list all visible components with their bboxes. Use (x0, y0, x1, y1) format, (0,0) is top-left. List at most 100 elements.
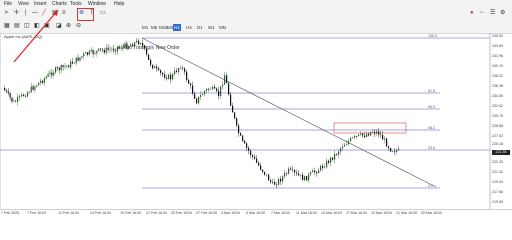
timeframe-d1[interactable]: D1 (196, 24, 204, 31)
menu-insert[interactable]: Insert (34, 0, 47, 8)
y-tick: 238.22 (492, 74, 503, 78)
menu-tools[interactable]: Tools (70, 0, 82, 8)
signal-indicator-icon: ● (470, 10, 474, 16)
timeframe-mn[interactable]: MN (218, 24, 227, 31)
crosshair-icon[interactable]: ✛ (14, 9, 19, 18)
y-tick: 241.96 (492, 54, 503, 58)
candle-body (148, 54, 150, 60)
trendline-icon[interactable]: ╱ (42, 9, 46, 18)
candle-body (220, 86, 222, 97)
candle-body (53, 72, 55, 76)
candle-body (164, 74, 166, 78)
candle-body (77, 57, 79, 61)
menu-window[interactable]: Window (88, 0, 106, 8)
candle-body (312, 170, 314, 173)
menu-file[interactable]: File (4, 0, 12, 8)
candle-body (92, 50, 94, 54)
candle-body (178, 68, 180, 72)
candle-body (326, 160, 328, 168)
zoom-out-icon[interactable]: ⊖ (76, 22, 81, 31)
candle-body (300, 174, 302, 176)
fib-label: 23.6 (428, 146, 435, 150)
candle-body (86, 52, 89, 55)
candle-body (314, 170, 316, 173)
y-tick: 243.84 (492, 44, 503, 48)
candle-body (156, 66, 158, 69)
candle-body (124, 43, 126, 47)
candle-body (5, 90, 8, 92)
candle-body (232, 105, 234, 113)
candle-body (19, 95, 21, 98)
account-icon[interactable]: ☰ (490, 9, 495, 18)
timeframe-h4[interactable]: H4 (185, 24, 193, 31)
candle-body (304, 176, 306, 181)
menu-charts[interactable]: Charts (52, 0, 67, 8)
candle-body (270, 180, 272, 182)
candle-body (280, 178, 282, 182)
timeframe-w1[interactable]: W1 (207, 24, 216, 31)
candle-body (138, 40, 140, 45)
candle-body (107, 47, 109, 50)
candle-body (134, 42, 136, 47)
candle-body (236, 118, 238, 126)
candle-body (248, 147, 250, 151)
candle-body (94, 53, 96, 54)
candle-body (64, 66, 66, 67)
candle-body (7, 91, 9, 93)
candle-body (186, 71, 188, 80)
profiles-icon[interactable]: ▤ (14, 22, 20, 31)
x-tick: 14 Feb 16:00 (90, 211, 112, 215)
timeframe-m1[interactable]: M1 (141, 24, 149, 31)
price-chart[interactable] (0, 33, 512, 209)
y-tick: 219.54 (492, 180, 503, 184)
candle-body (298, 173, 300, 176)
candle-body (73, 63, 75, 64)
fib-label: 0.0 (428, 184, 433, 188)
candle-body (116, 47, 119, 52)
candle-body (170, 74, 172, 80)
settings-icon[interactable]: ⚙ (500, 9, 505, 18)
candle-body (43, 78, 45, 83)
candle-body (103, 50, 105, 53)
vertical-line-icon[interactable]: | (25, 9, 27, 18)
candle-body (266, 174, 268, 176)
zoom-in-icon[interactable]: ⊕ (66, 22, 71, 31)
horizontal-line-icon[interactable]: — (32, 9, 38, 18)
candle-body (332, 157, 334, 160)
candle-body (344, 144, 346, 147)
connection-icon[interactable]: ⌁ (480, 9, 484, 18)
terminal-icon[interactable]: ▣ (44, 22, 50, 31)
chart-area[interactable] (0, 33, 512, 209)
fibonacci-levels[interactable] (0, 37, 490, 189)
menu-view[interactable]: View (18, 0, 29, 8)
fibonacci-icon[interactable]: ≡ (62, 9, 66, 18)
candle-body (113, 48, 115, 51)
timeframe-h1[interactable]: H1 (173, 24, 181, 31)
y-tick: 236.36 (492, 84, 503, 88)
new-chart-icon[interactable]: ▦ (4, 22, 10, 31)
strategy-tester-icon[interactable]: ◪ (56, 22, 62, 31)
candle-body (58, 67, 60, 71)
candle-body (208, 88, 210, 90)
candle-body (396, 150, 398, 153)
candle-body (146, 48, 148, 55)
candle-body (11, 97, 13, 102)
channel-icon[interactable]: ▤ (52, 9, 58, 18)
candle-body (242, 135, 244, 141)
candle-body (26, 92, 29, 97)
candle-body (310, 172, 312, 175)
menu-help[interactable]: Help (114, 0, 124, 8)
market-watch-icon[interactable]: ◫ (24, 22, 30, 31)
navigator-icon[interactable]: ◧ (34, 22, 40, 31)
symbol-label: Apple Inc (AAPL.OQ) (4, 34, 43, 39)
x-tick: 5 Mar 16:00 (246, 211, 266, 215)
cursor-icon[interactable]: ➤ (4, 9, 9, 18)
candle-body (41, 80, 44, 83)
candle-body (90, 50, 92, 52)
y-tick: 217.68 (492, 190, 503, 194)
candle-body (264, 171, 266, 175)
candle-body (162, 72, 164, 75)
candle-body (398, 148, 400, 151)
shapes-icon[interactable]: ▭ (100, 9, 106, 18)
y-tick: 223.30 (492, 160, 503, 164)
